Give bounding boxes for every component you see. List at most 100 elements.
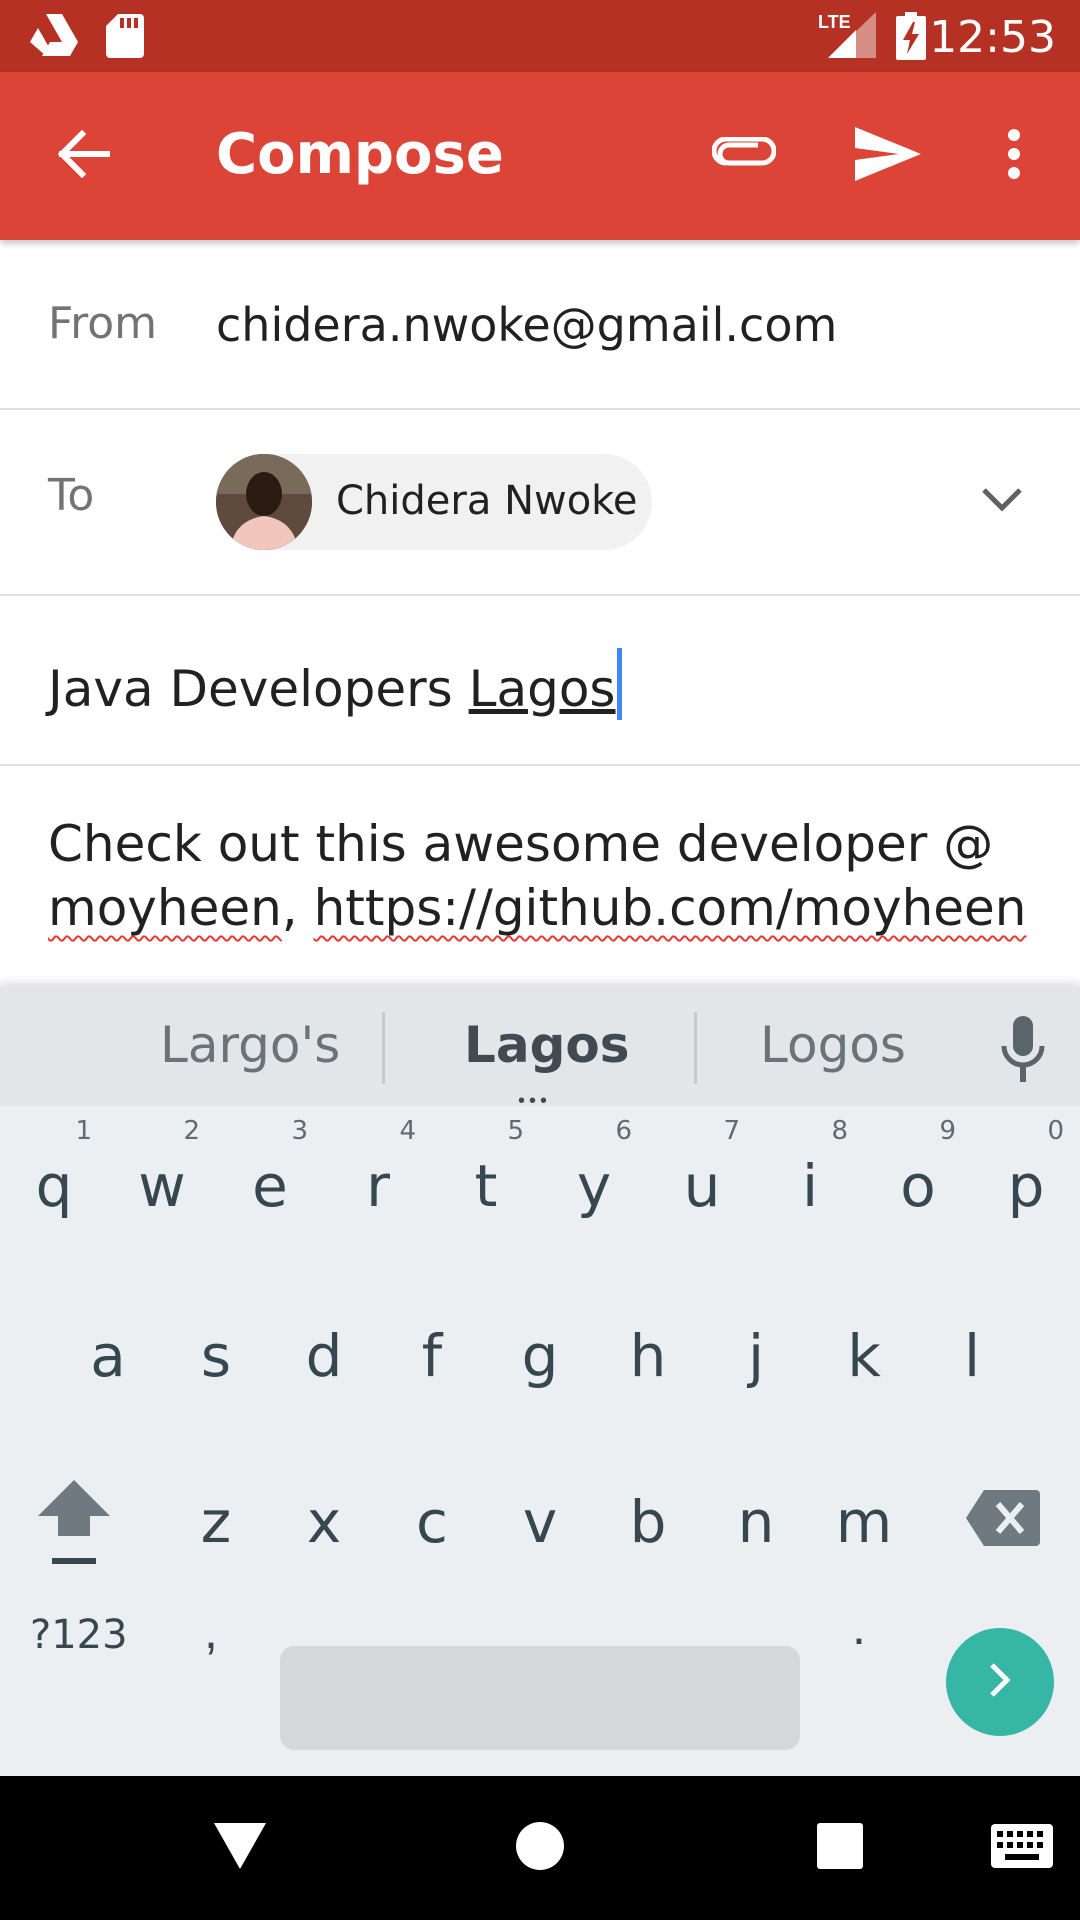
key-number-hint: 6 <box>615 1116 632 1146</box>
attachment-icon <box>711 136 777 176</box>
key-label: x <box>306 1488 342 1556</box>
key-a[interactable]: a <box>54 1286 162 1416</box>
from-row[interactable]: From chidera.nwoke@gmail.com <box>0 240 1080 410</box>
backspace-key[interactable] <box>966 1490 1040 1546</box>
key-c[interactable]: c <box>378 1452 486 1582</box>
key-l[interactable]: l <box>918 1286 1026 1416</box>
key-number-hint: 7 <box>723 1116 740 1146</box>
key-label: q <box>35 1152 73 1220</box>
key-label: n <box>737 1488 775 1556</box>
key-f[interactable]: f <box>378 1286 486 1416</box>
key-t[interactable]: t5 <box>432 1116 540 1246</box>
back-button[interactable] <box>40 112 128 200</box>
period-key[interactable]: . <box>852 1598 866 1656</box>
suggestion-2[interactable]: Lagos <box>464 1016 630 1074</box>
more-suggestions-icon: ••• <box>518 1090 552 1112</box>
send-button[interactable] <box>844 112 932 200</box>
key-label: p <box>1007 1152 1045 1220</box>
subject-input[interactable]: Java Developers Lagos <box>48 648 623 720</box>
enter-key[interactable] <box>946 1628 1054 1736</box>
symbols-key[interactable]: ?123 <box>30 1612 128 1658</box>
key-g[interactable]: g <box>486 1286 594 1416</box>
keyboard-switch-button[interactable] <box>982 1812 1062 1884</box>
key-label: m <box>835 1488 893 1556</box>
key-u[interactable]: u7 <box>648 1116 756 1246</box>
back-arrow-icon <box>57 129 111 183</box>
key-label: f <box>421 1322 443 1390</box>
key-number-hint: 1 <box>75 1116 92 1146</box>
back-triangle-icon <box>214 1822 266 1874</box>
key-q[interactable]: q1 <box>0 1116 108 1246</box>
key-m[interactable]: m <box>810 1452 918 1582</box>
key-label: k <box>847 1322 881 1390</box>
body-line: Check out this awesome developer @ <box>48 815 994 873</box>
key-r[interactable]: r4 <box>324 1116 432 1246</box>
key-x[interactable]: x <box>270 1452 378 1582</box>
misspelled-word: moyheen <box>48 879 282 937</box>
key-label: h <box>629 1322 667 1390</box>
key-b[interactable]: b <box>594 1452 702 1582</box>
key-w[interactable]: w2 <box>108 1116 216 1246</box>
key-label: t <box>474 1152 498 1220</box>
key-s[interactable]: s <box>162 1286 270 1416</box>
navigation-bar <box>0 1776 1080 1920</box>
from-label: From <box>48 298 158 349</box>
key-number-hint: 4 <box>399 1116 416 1146</box>
key-label: g <box>521 1322 559 1390</box>
send-icon <box>855 126 921 186</box>
key-k[interactable]: k <box>810 1286 918 1416</box>
drive-icon <box>30 14 78 61</box>
key-label: v <box>522 1488 558 1556</box>
suggestion-3[interactable]: Logos <box>760 1016 906 1074</box>
key-label: c <box>416 1488 448 1556</box>
clock: 12:53 <box>929 12 1056 63</box>
misspelled-word: https://github.com/moyheen <box>313 879 1027 937</box>
space-bar[interactable] <box>280 1646 800 1750</box>
more-options-button[interactable] <box>970 112 1058 200</box>
key-i[interactable]: i8 <box>756 1116 864 1246</box>
expand-recipients-button[interactable] <box>972 472 1032 532</box>
back-nav-button[interactable] <box>204 1812 276 1884</box>
key-label: r <box>366 1152 390 1220</box>
key-j[interactable]: j <box>702 1286 810 1416</box>
to-row[interactable]: To Chidera Nwoke <box>0 410 1080 596</box>
from-account[interactable]: chidera.nwoke@gmail.com <box>216 298 837 352</box>
voice-input-button[interactable] <box>990 1015 1056 1086</box>
suggestion-1[interactable]: Largo's <box>160 1016 340 1074</box>
body-input[interactable]: Check out this awesome developer @ moyhe… <box>48 812 1048 940</box>
key-label: e <box>252 1152 288 1220</box>
key-z[interactable]: z <box>162 1452 270 1582</box>
keyboard-icon <box>991 1823 1053 1873</box>
more-vert-icon <box>1007 128 1021 185</box>
key-v[interactable]: v <box>486 1452 594 1582</box>
key-number-hint: 5 <box>507 1116 524 1146</box>
key-label: l <box>963 1322 981 1390</box>
recipient-chip[interactable]: Chidera Nwoke <box>216 454 652 550</box>
avatar <box>216 454 312 550</box>
attach-button[interactable] <box>700 112 788 200</box>
key-label: i <box>801 1152 819 1220</box>
chevron-right-icon <box>988 1661 1012 1704</box>
subject-row[interactable]: Java Developers Lagos <box>0 596 1080 766</box>
key-o[interactable]: o9 <box>864 1116 972 1246</box>
shift-key[interactable] <box>34 1476 114 1572</box>
key-label: o <box>900 1152 936 1220</box>
key-y[interactable]: y6 <box>540 1116 648 1246</box>
key-p[interactable]: p0 <box>972 1116 1080 1246</box>
text-cursor <box>617 648 623 720</box>
key-e[interactable]: e3 <box>216 1116 324 1246</box>
comma-key[interactable]: , <box>204 1602 218 1660</box>
key-label: u <box>683 1152 721 1220</box>
status-bar: LTE 12:53 <box>0 0 1080 72</box>
key-n[interactable]: n <box>702 1452 810 1582</box>
divider <box>694 1012 697 1084</box>
to-label: To <box>48 470 95 521</box>
home-nav-button[interactable] <box>504 1812 576 1884</box>
key-label: w <box>138 1152 186 1220</box>
key-label: b <box>629 1488 667 1556</box>
sd-card-icon <box>106 14 144 63</box>
recents-square-icon <box>817 1822 863 1874</box>
key-h[interactable]: h <box>594 1286 702 1416</box>
recents-nav-button[interactable] <box>804 1812 876 1884</box>
key-d[interactable]: d <box>270 1286 378 1416</box>
